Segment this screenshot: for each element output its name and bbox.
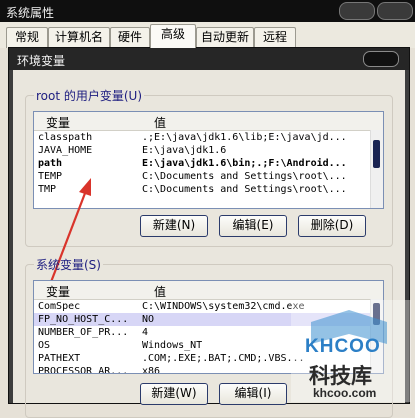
variable-value: E:\java\jdk1.6\bin;.;F:\Android... [142,158,347,169]
dialog-title: 环境变量 [17,54,66,68]
table-row[interactable]: JAVA_HOME E:\java\jdk1.6 [34,144,383,157]
user-new-button[interactable]: 新建(N) [140,215,208,237]
list-header: 变量 值 [34,281,383,300]
window-control-icon[interactable] [377,2,413,20]
watermark-brand: KHCOO [305,336,381,357]
table-row[interactable]: classpath .;E:\java\jdk1.6\lib;E:\java\j… [34,131,383,144]
list-header: 变量 值 [34,112,383,131]
user-variables-legend: root 的用户变量(U) [36,89,143,103]
scrollbar-thumb[interactable] [373,140,380,168]
variable-name: OS [38,340,51,351]
vertical-scrollbar[interactable] [370,130,383,208]
window-control-icon[interactable] [339,2,375,20]
variable-name: path [38,158,63,169]
variable-value: C:\Documents and Settings\root\... [142,184,347,195]
tab-advanced[interactable]: 高级 [150,24,196,48]
system-variables-legend: 系统变量(S) [36,258,101,272]
variable-value: E:\java\jdk1.6 [142,145,227,156]
variable-name: NUMBER_OF_PR... [38,327,129,338]
system-properties-title-bar: 系统属性 [0,0,415,22]
variable-name: classpath [38,132,93,143]
watermark-url: khcoo.com [313,386,377,400]
user-edit-button[interactable]: 编辑(E) [219,215,287,237]
tab-remote[interactable]: 远程 [254,27,296,48]
column-header-value[interactable]: 值 [154,114,166,131]
variable-name: ComSpec [38,301,81,312]
table-row[interactable]: path E:\java\jdk1.6\bin;.;F:\Android... [34,157,383,170]
column-header-variable[interactable]: 变量 [46,283,70,300]
variable-name: PATHEXT [38,353,81,364]
variable-name: FP_NO_HOST_C... [38,314,129,325]
column-header-value[interactable]: 值 [154,283,166,300]
window-title: 系统属性 [6,6,55,20]
variable-value: .;E:\java\jdk1.6\lib;E:\java\jd... [142,132,347,143]
tab-strip: 常规 计算机名 硬件 高级 自动更新 远程 [0,22,415,48]
khcoo-watermark-logo: KHCOO 科技库 khcoo.com [291,300,411,402]
variable-value: C:\Documents and Settings\root\... [142,171,347,182]
user-delete-button[interactable]: 删除(D) [298,215,366,237]
tab-general[interactable]: 常规 [6,27,48,48]
column-header-variable[interactable]: 变量 [46,114,70,131]
dialog-control-icon[interactable] [363,51,399,67]
tab-automatic-updates[interactable]: 自动更新 [196,27,254,48]
tab-hardware[interactable]: 硬件 [110,27,150,48]
variable-name: PROCESSOR_AR... [38,366,129,374]
variable-name: JAVA_HOME [38,145,93,156]
tab-computer-name[interactable]: 计算机名 [48,27,110,48]
dialog-title-bar: 环境变量 [9,48,409,70]
